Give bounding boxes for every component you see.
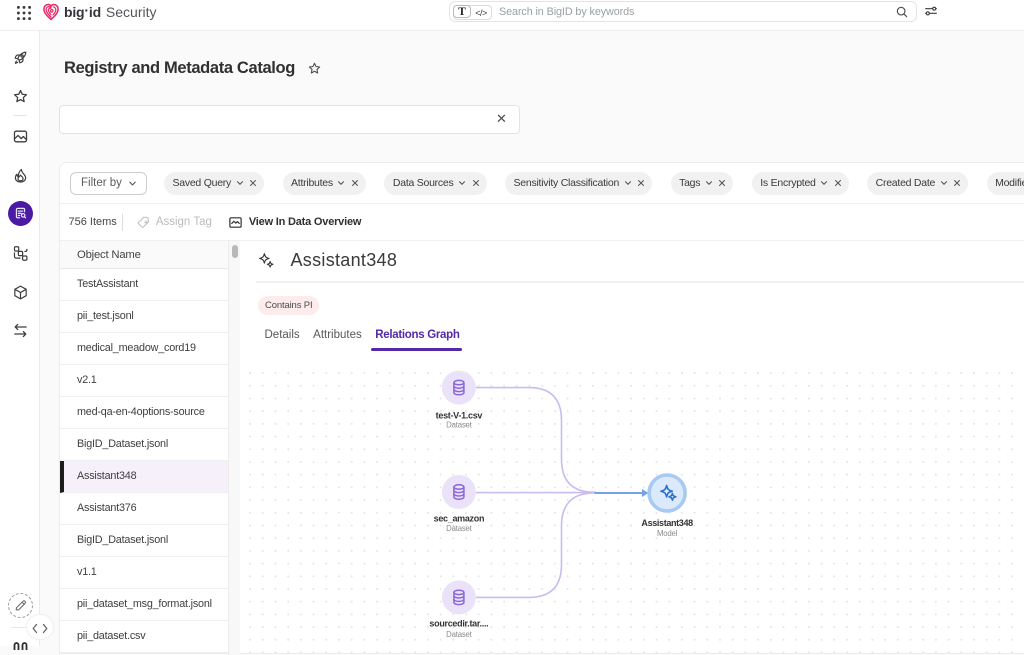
svg-text:Dataset: Dataset [446,630,473,639]
svg-text:sourcedir.tar....: sourcedir.tar.... [429,619,488,629]
svg-text:Model: Model [657,529,678,538]
svg-text:Dataset: Dataset [446,524,473,533]
svg-text:test-V-1.csv: test-V-1.csv [436,411,483,421]
svg-text:Assistant348: Assistant348 [641,518,693,528]
svg-text:Dataset: Dataset [446,421,473,430]
svg-text:sec_amazon: sec_amazon [434,514,485,524]
